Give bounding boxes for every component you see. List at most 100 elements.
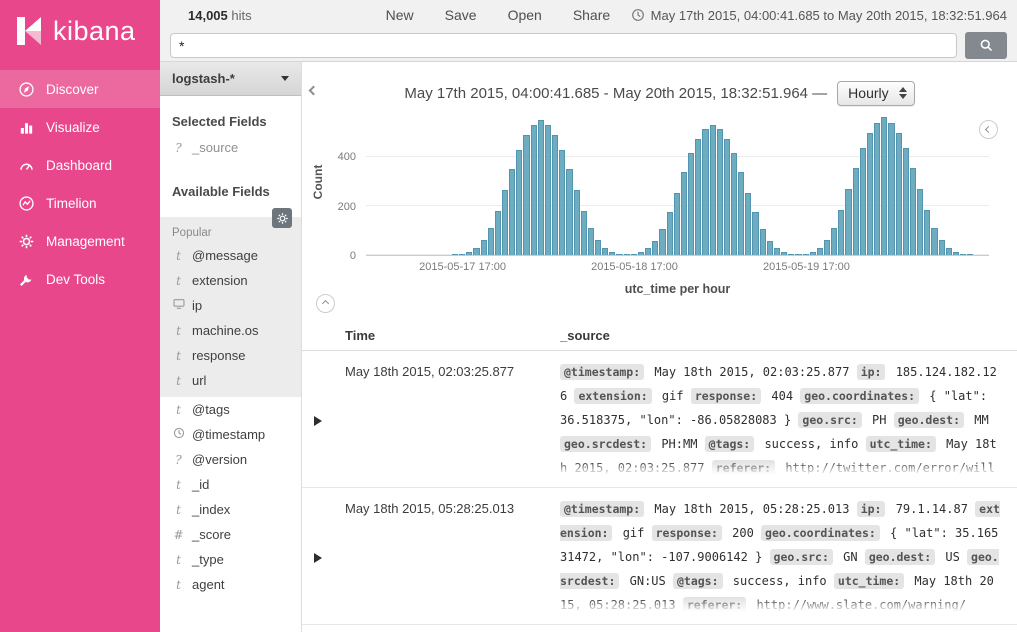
field-settings-button[interactable]	[272, 208, 292, 228]
field-name: _source	[192, 140, 238, 155]
y-axis-ticks: 0200400	[324, 108, 362, 256]
field-item-machine.os[interactable]: tmachine.os	[160, 318, 301, 343]
histogram-bar	[710, 125, 716, 255]
histogram-bar	[917, 189, 923, 255]
field-item-_score[interactable]: #_score	[160, 522, 301, 547]
menu-item-share[interactable]: Share	[573, 7, 610, 23]
caret-down-icon	[281, 76, 289, 81]
menu-item-open[interactable]: Open	[508, 7, 542, 23]
histogram-bar	[638, 252, 644, 255]
field-item-_source[interactable]: ?_source	[160, 135, 301, 160]
field-item-_type[interactable]: t_type	[160, 547, 301, 572]
histogram-bar	[767, 241, 773, 255]
x-tick-label: 2015-05-18 17:00	[591, 261, 678, 273]
histogram-bar	[795, 254, 801, 255]
field-badge: utc_time:	[866, 436, 936, 452]
menu-item-save[interactable]: Save	[445, 7, 477, 23]
field-item-response[interactable]: tresponse	[160, 343, 301, 368]
field-badge: geo.src:	[798, 412, 861, 428]
histogram-bar	[838, 210, 844, 255]
histogram-bar	[452, 254, 458, 255]
sidebar-item-label: Dev Tools	[46, 272, 105, 287]
field-badge: ip:	[857, 501, 886, 517]
field-badge: response:	[691, 388, 761, 404]
hits-label: hits	[231, 8, 251, 23]
string-type-icon: t	[172, 553, 185, 567]
sidebar-item-management[interactable]: Management	[0, 222, 160, 260]
field-item-@version[interactable]: ?@version	[160, 447, 301, 472]
field-name: @timestamp	[192, 427, 265, 442]
sidebar-item-discover[interactable]: Discover	[0, 70, 160, 108]
field-name: @tags	[192, 402, 230, 417]
field-name: @message	[192, 248, 258, 263]
search-input[interactable]	[170, 33, 957, 58]
index-pattern-selector[interactable]: logstash-*	[160, 62, 301, 96]
field-item-url[interactable]: turl	[160, 368, 301, 393]
documents-table: Time _source May 18th 2015, 02:03:25.877…	[302, 324, 1017, 632]
sidebar-item-dashboard[interactable]: Dashboard	[0, 146, 160, 184]
histogram-bar	[631, 254, 637, 255]
timelion-icon	[18, 195, 35, 212]
collapse-chart-button[interactable]	[977, 118, 1000, 141]
histogram-bar	[967, 254, 973, 255]
histogram-plot[interactable]	[366, 108, 989, 256]
field-item-@tags[interactable]: t@tags	[160, 397, 301, 422]
field-item-_id[interactable]: t_id	[160, 472, 301, 497]
field-item-extension[interactable]: textension	[160, 268, 301, 293]
main-content: May 17th 2015, 04:00:41.685 - May 20th 2…	[302, 62, 1017, 632]
sidebar-item-dev-tools[interactable]: Dev Tools	[0, 260, 160, 298]
field-badge: @tags:	[705, 436, 755, 452]
histogram-bar	[888, 123, 894, 255]
histogram-bar	[810, 252, 816, 255]
histogram-bar	[867, 133, 873, 256]
interval-select[interactable]: Hourly	[837, 81, 914, 106]
search-button[interactable]	[965, 32, 1007, 59]
field-item-@message[interactable]: t@message	[160, 243, 301, 268]
table-row: May 18th 2015, 02:03:25.877@timestamp: M…	[302, 351, 1017, 488]
histogram-bar	[459, 254, 465, 255]
collapse-histogram-button[interactable]	[314, 292, 337, 315]
row-expander[interactable]	[302, 351, 345, 475]
kibana-logo[interactable]: kibana	[0, 0, 160, 62]
sidebar-item-timelion[interactable]: Timelion	[0, 184, 160, 222]
field-name: _index	[192, 502, 230, 517]
histogram-bar	[645, 248, 651, 255]
sidebar-item-visualize[interactable]: Visualize	[0, 108, 160, 146]
field-badge: @timestamp:	[560, 364, 644, 380]
timepicker-button[interactable]: May 17th 2015, 04:00:41.685 to May 20th …	[631, 8, 1007, 23]
top-bar: 14,005 hits NewSaveOpenShare May 17th 20…	[160, 0, 1017, 30]
histogram-bar	[695, 139, 701, 255]
histogram-bar	[545, 125, 551, 255]
y-tick-label: 0	[350, 250, 356, 262]
column-header-source: _source	[560, 328, 1017, 343]
row-source: @timestamp: May 18th 2015, 05:28:25.013 …	[560, 488, 1017, 612]
histogram-bar	[910, 168, 916, 255]
histogram-bar	[559, 150, 565, 255]
gauge-icon	[18, 157, 35, 174]
collapse-sidebar-button[interactable]	[308, 80, 319, 99]
table-header-row: Time _source	[302, 324, 1017, 351]
field-badge: referer:	[683, 597, 746, 612]
sidebar-item-label: Dashboard	[46, 158, 112, 173]
string-type-icon: t	[172, 503, 185, 517]
string-type-icon: t	[172, 324, 185, 338]
field-badge: utc_time:	[834, 573, 904, 589]
row-expander[interactable]	[302, 625, 345, 632]
row-expander[interactable]	[302, 488, 345, 612]
histogram-bar	[667, 212, 673, 255]
column-header-time[interactable]: Time	[345, 328, 560, 343]
field-item-ip[interactable]: ip	[160, 293, 301, 318]
field-item-agent[interactable]: tagent	[160, 572, 301, 597]
histogram-bars[interactable]	[366, 108, 989, 255]
histogram-bar	[745, 193, 751, 255]
field-badge: geo.srcdest:	[560, 436, 651, 452]
top-menu: New Save Open Share	[386, 7, 611, 23]
menu-item-new[interactable]: New	[386, 7, 414, 23]
histogram-chart: Count 0200400 2015-05-17 17:002015-05-18…	[302, 108, 1017, 320]
fields-sidebar: logstash-* Selected Fields ?_source Avai…	[160, 62, 302, 632]
field-item-@timestamp[interactable]: @timestamp	[160, 422, 301, 447]
field-name: response	[192, 348, 245, 363]
field-item-_index[interactable]: t _index	[160, 497, 301, 522]
bar-chart-icon	[18, 119, 35, 136]
ip-type-icon	[172, 298, 185, 313]
